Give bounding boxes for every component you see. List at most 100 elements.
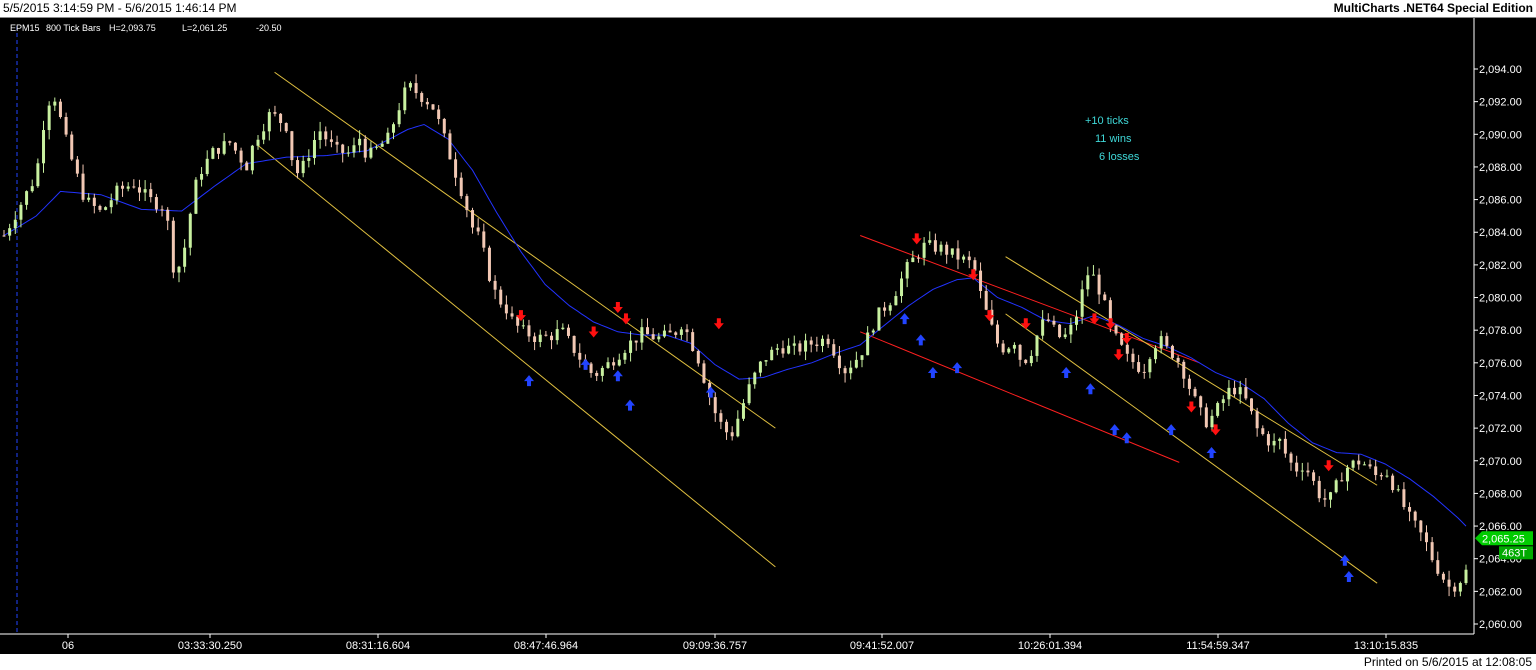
candle-body — [36, 163, 40, 187]
candle-body — [640, 327, 644, 343]
candle — [58, 98, 62, 119]
candle-body — [617, 359, 621, 366]
candle-body — [922, 242, 926, 258]
candle-body — [81, 173, 85, 200]
candle-body — [832, 344, 836, 356]
candle — [70, 131, 74, 161]
candle-body — [1413, 511, 1417, 521]
candle-body — [267, 112, 271, 132]
candle-body — [1340, 480, 1344, 482]
candle-body — [1063, 334, 1067, 338]
candle-body — [53, 101, 57, 106]
price-chart[interactable]: EPM15 800 Tick Bars H=2,093.75 L=2,061.2… — [0, 18, 1536, 654]
candle-body — [284, 123, 288, 132]
last-price-label: 2,065.25 — [1482, 533, 1525, 545]
candle-body — [1159, 336, 1163, 349]
candle-body — [527, 325, 531, 337]
candle-body — [600, 367, 604, 376]
candle-body — [154, 197, 158, 210]
candle-body — [578, 352, 582, 360]
candle-body — [47, 105, 51, 131]
candle-body — [1300, 470, 1304, 472]
candle-body — [787, 345, 791, 354]
candle-body — [758, 361, 762, 373]
candle-body — [408, 83, 412, 88]
candle-body — [730, 432, 734, 437]
candle-body — [753, 372, 757, 385]
tick-count-label: 463T — [1502, 547, 1527, 559]
candle-body — [363, 138, 367, 158]
candle-body — [98, 205, 102, 210]
candle-body — [1351, 460, 1355, 468]
candle — [211, 146, 215, 160]
candle-body — [137, 187, 141, 193]
candle-body — [1086, 275, 1090, 290]
candle-body — [572, 335, 576, 353]
candle-body — [13, 219, 17, 229]
candle — [1391, 473, 1395, 493]
candle-body — [1052, 320, 1056, 325]
candle-body — [550, 335, 554, 341]
time-tick-label: 08:47:46.964 — [514, 640, 578, 652]
candle-body — [804, 340, 808, 352]
candle-body — [245, 162, 249, 171]
candle-body — [510, 313, 514, 317]
candle-body — [1187, 378, 1191, 389]
candle-body — [1306, 470, 1310, 473]
candle — [1058, 323, 1062, 339]
candle-body — [335, 141, 339, 145]
candle-body — [1408, 506, 1412, 512]
candle-body — [1385, 475, 1389, 477]
candle-body — [194, 179, 198, 214]
candle-body — [121, 185, 125, 189]
candle-body — [1148, 359, 1152, 373]
candle-body — [1154, 348, 1158, 360]
candle-body — [1345, 467, 1349, 482]
candle-body — [911, 257, 915, 263]
candle-body — [256, 139, 260, 146]
candle-body — [160, 209, 164, 211]
candle-body — [646, 327, 650, 335]
candle-body — [1125, 344, 1129, 354]
candle-body — [312, 139, 316, 159]
candle-body — [815, 344, 819, 346]
candle-body — [471, 210, 475, 228]
candle-body — [871, 330, 875, 333]
candle — [1334, 478, 1338, 494]
candle-body — [702, 363, 706, 383]
candle-body — [629, 340, 633, 353]
candle-body — [109, 200, 113, 208]
candle-body — [860, 355, 864, 360]
candle-body — [1091, 274, 1095, 276]
symbol-high: H=2,093.75 — [109, 23, 156, 33]
candle-body — [544, 334, 548, 336]
candle-body — [725, 421, 729, 433]
candle-body — [533, 336, 537, 342]
candle-body — [233, 142, 237, 151]
candle-body — [1266, 434, 1270, 446]
candle-body — [425, 101, 429, 105]
candle — [250, 144, 254, 175]
candle-body — [967, 256, 971, 261]
candle-body — [1261, 428, 1265, 435]
candle-body — [346, 152, 350, 154]
printed-timestamp: Printed on 5/6/2015 at 12:08:05 — [1363, 655, 1532, 669]
price-tick-label: 2,072.00 — [1479, 423, 1522, 435]
candle-body — [933, 240, 937, 252]
candle-body — [973, 260, 977, 271]
candle-body — [391, 124, 395, 133]
candle-body — [132, 186, 136, 188]
candle-body — [149, 189, 153, 198]
candle-body — [691, 332, 695, 352]
candle-body — [566, 327, 570, 336]
candle-body — [883, 307, 887, 311]
candle — [1216, 401, 1220, 418]
candle-body — [1018, 344, 1022, 360]
candle-body — [995, 324, 999, 344]
candle-body — [487, 247, 491, 281]
candle-body — [950, 248, 954, 255]
candle-body — [877, 307, 881, 331]
symbol-name: EPM15 — [10, 23, 40, 33]
candle-body — [171, 220, 175, 273]
footer-bar: Printed on 5/6/2015 at 12:08:05 — [0, 654, 1536, 670]
